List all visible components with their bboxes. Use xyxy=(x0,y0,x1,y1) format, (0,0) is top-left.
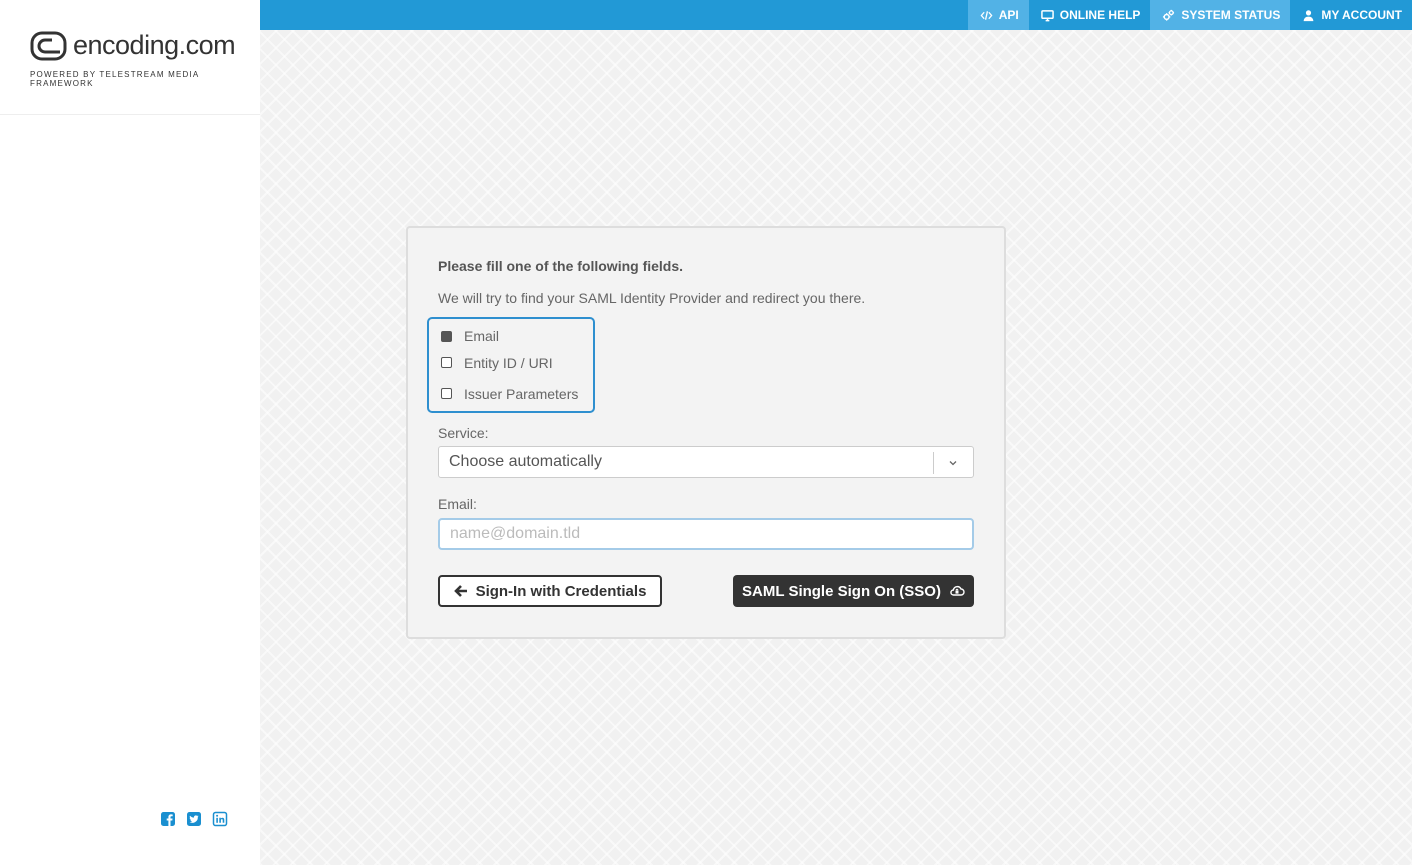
service-label: Service: xyxy=(438,425,489,441)
sidebar: encoding.com POWERED BY TELESTREAM MEDIA… xyxy=(0,0,260,865)
chevron-down-icon xyxy=(949,461,957,466)
nav-api[interactable]: API xyxy=(967,0,1029,30)
option-email[interactable]: Email xyxy=(441,325,593,347)
facebook-icon[interactable] xyxy=(160,811,176,827)
select-separator xyxy=(933,452,934,474)
encoding-logo-icon xyxy=(30,31,67,60)
lookup-options: Email Entity ID / URI Issuer Parameters xyxy=(427,317,595,413)
option-entity-id-label: Entity ID / URI xyxy=(464,354,553,371)
main-content: Please fill one of the following fields.… xyxy=(260,30,1412,865)
sign-in-credentials-button[interactable]: Sign-In with Credentials xyxy=(438,575,662,607)
nav-system-status[interactable]: SYSTEM STATUS xyxy=(1150,0,1291,30)
panel-title: Please fill one of the following fields. xyxy=(438,258,684,274)
option-issuer-parameters[interactable]: Issuer Parameters xyxy=(441,378,593,409)
logo[interactable]: encoding.com POWERED BY TELESTREAM MEDIA… xyxy=(0,0,260,115)
nav-my-account[interactable]: MY ACCOUNT xyxy=(1290,0,1412,30)
gears-icon xyxy=(1163,9,1175,21)
option-entity-id[interactable]: Entity ID / URI xyxy=(441,347,593,378)
service-select[interactable]: Choose automatically xyxy=(438,446,974,478)
sign-in-credentials-label: Sign-In with Credentials xyxy=(475,582,647,600)
monitor-icon xyxy=(1040,9,1054,21)
user-icon xyxy=(1303,9,1314,21)
cloud-lock-icon xyxy=(950,585,965,596)
email-label: Email: xyxy=(438,496,477,512)
option-email-label: Email xyxy=(464,328,500,344)
twitter-icon[interactable] xyxy=(186,811,202,827)
checkbox-icon[interactable] xyxy=(441,388,452,399)
logo-tagline: POWERED BY TELESTREAM MEDIA FRAMEWORK xyxy=(30,70,200,88)
email-input[interactable] xyxy=(438,518,974,550)
panel-description: We will try to find your SAML Identity P… xyxy=(438,290,866,306)
saml-sso-label: SAML Single Sign On (SSO) xyxy=(742,582,941,600)
nav-my-account-label: MY ACCOUNT xyxy=(1321,8,1402,22)
social-links xyxy=(160,811,228,827)
nav-system-status-label: SYSTEM STATUS xyxy=(1181,8,1281,22)
saml-sso-button[interactable]: SAML Single Sign On (SSO) xyxy=(733,575,974,607)
arrow-left-icon xyxy=(453,585,467,597)
logo-text: encoding.com xyxy=(73,30,236,60)
checkbox-icon[interactable] xyxy=(441,330,452,342)
option-issuer-parameters-label: Issuer Parameters xyxy=(464,385,579,402)
nav-api-label: API xyxy=(998,8,1019,22)
code-icon xyxy=(980,10,993,20)
nav-online-help[interactable]: ONLINE HELP xyxy=(1029,0,1151,30)
linkedin-icon[interactable] xyxy=(212,811,228,827)
nav-online-help-label: ONLINE HELP xyxy=(1059,8,1141,22)
checkbox-icon[interactable] xyxy=(441,357,452,368)
top-navigation: API ONLINE HELP SYSTEM STATUS MY ACCOUNT xyxy=(260,0,1412,30)
sso-panel: Please fill one of the following fields.… xyxy=(406,226,1006,639)
service-select-value: Choose automatically xyxy=(449,453,602,470)
